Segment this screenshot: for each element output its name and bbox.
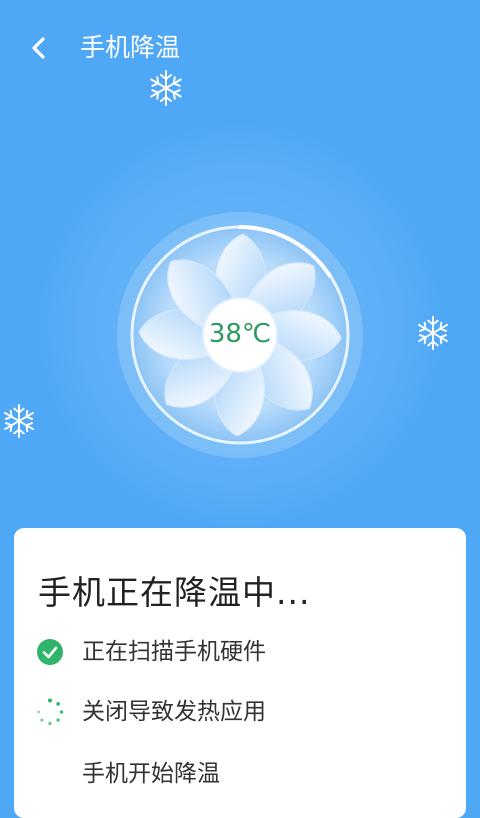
step-label: 手机开始降温	[82, 761, 220, 787]
check-circle-icon	[37, 639, 63, 665]
page-title: 手机降温	[80, 33, 181, 62]
spinner-icon	[37, 698, 64, 726]
cooling-status-card: 手机正在降温中... 正在扫描手机硬件 关闭导致发热应用 手机开始降温	[14, 528, 466, 818]
step-item: 正在扫描手机硬件	[36, 632, 456, 672]
snowflake-icon	[150, 70, 182, 106]
step-label: 正在扫描手机硬件	[82, 639, 266, 665]
header: 手机降温	[0, 0, 480, 96]
step-item: 手机开始降温	[36, 754, 456, 794]
step-label: 关闭导致发热应用	[82, 699, 266, 725]
chevron-left-icon[interactable]	[22, 30, 58, 66]
step-item: 关闭导致发热应用	[36, 692, 456, 732]
status-title: 手机正在降温中...	[38, 573, 311, 612]
temperature-readout: 38℃	[208, 319, 272, 349]
snowflake-icon	[4, 403, 34, 439]
